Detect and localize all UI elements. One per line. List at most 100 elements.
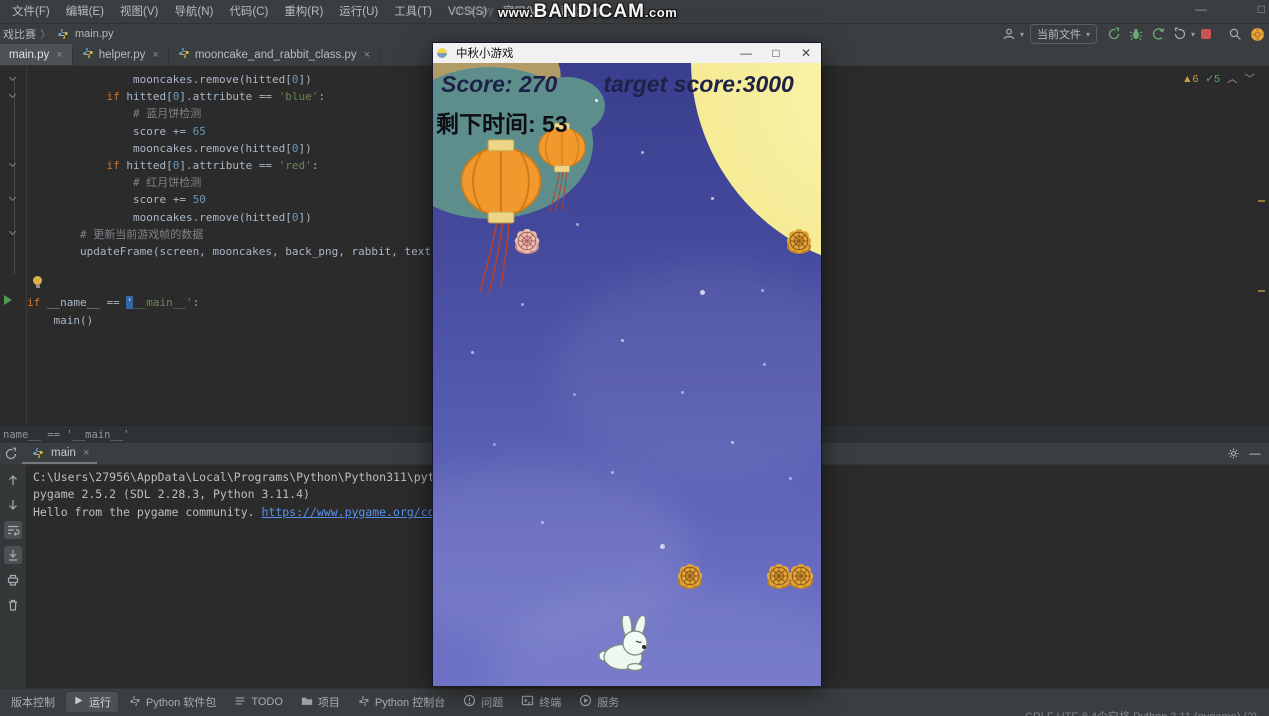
mooncake-gold-sprite [787,564,815,590]
list-icon [234,695,246,710]
game-maximize-icon[interactable]: □ [761,46,791,60]
run-line-arrow-icon[interactable] [4,295,12,305]
toolwindow-button[interactable]: 项目 [294,692,347,712]
user-account-icon[interactable] [999,25,1019,43]
target-score-text: target score:3000 [603,71,794,98]
run-config-selector[interactable]: 当前文件 ▾ [1030,24,1097,44]
watermark-suffix: .com [645,5,677,20]
user-chevron-icon: ▾ [1020,30,1024,39]
settings-notification-icon[interactable] [1247,25,1267,43]
toolwindow-button[interactable]: 版本控制 [4,692,62,712]
gear-icon[interactable] [1223,445,1243,463]
game-close-icon[interactable]: ✕ [791,46,821,60]
console-text: Hello from the pygame community. [33,505,261,519]
print-icon[interactable] [4,571,22,589]
coverage-chevron-icon: ▾ [1191,30,1195,39]
breadcrumb: 戏比赛 〉 main.py [0,25,114,43]
breadcrumb-file[interactable]: main.py [75,28,114,40]
toolwindow-label: Python 软件包 [146,694,216,710]
console-text: C:\Users\27956\AppData\Local\Programs\Py… [33,470,476,484]
close-icon[interactable]: × [56,49,62,61]
menu-item[interactable]: 文件(F) [4,0,58,24]
toolwindow-button[interactable]: Python 软件包 [122,692,223,712]
menu-item[interactable]: 工具(T) [386,0,440,24]
toolwindow-button[interactable]: Python 控制台 [351,692,452,712]
game-title-bar[interactable]: 中秋小游戏 — □ ✕ [433,43,821,63]
error-icon [463,694,476,710]
console-toolbar [0,465,26,688]
footer-code-text: name__ == '__main__' [3,429,129,441]
run-tab[interactable]: main × [22,443,97,464]
inspection-widget[interactable]: ▲6 ✓5 ︿ ﹀ [1182,71,1255,86]
editor-tab[interactable]: main.py × [0,44,73,65]
scroll-to-end-icon[interactable] [4,546,22,564]
close-icon[interactable]: × [83,447,89,459]
tab-label: mooncake_and_rabbit_class.py [195,49,357,61]
menu-item[interactable]: 编辑(E) [58,0,112,24]
toolwindow-label: 运行 [89,694,111,710]
mooncake-pink-sprite [513,229,541,255]
fold-guide-line [14,78,15,274]
stop-icon[interactable] [1196,25,1216,43]
toolwindow-label: 终端 [539,694,561,710]
close-icon[interactable]: × [364,49,370,61]
ide-window: 文件(F)编辑(E)视图(V)导航(N)代码(C)重构(R)运行(U)工具(T)… [0,0,1269,716]
toolwindow-label: 服务 [597,694,619,710]
menu-item[interactable]: 代码(C) [221,0,276,24]
toolwindow-button[interactable]: 问题 [456,692,510,712]
editor-tab[interactable]: helper.py× [73,44,169,65]
clear-console-icon[interactable] [4,596,22,614]
maximize-icon[interactable]: □ [1258,2,1265,16]
toolwindow-button[interactable]: 服务 [572,692,626,712]
stop-down-icon[interactable] [4,496,22,514]
editor-tab[interactable]: mooncake_and_rabbit_class.py × [169,44,380,65]
run-config-label: 当前文件 [1037,26,1081,42]
toolwindow-label: Python 控制台 [375,694,445,710]
bandicam-watermark: www. BANDICAM .com [498,1,677,23]
menu-item[interactable]: 运行(U) [331,0,386,24]
menu-item[interactable]: 重构(R) [276,0,331,24]
python-icon [129,695,141,710]
rerun-small-icon[interactable] [1,445,21,463]
tab-label: main.py [9,49,49,61]
debug-bug-icon[interactable] [1126,25,1146,43]
menu-item[interactable]: 导航(N) [166,0,221,24]
pygame-window[interactable]: 中秋小游戏 — □ ✕ [432,42,822,686]
editor-gutter [0,66,27,425]
run-config-chevron-icon: ▾ [1086,30,1090,39]
pygame-logo-icon [434,44,450,62]
status-right-text: CRLF UTF-8 4个空格 Python 3.11 (pygame) (2) [1025,708,1257,716]
coverage-icon[interactable] [1170,25,1190,43]
play-icon [73,695,84,709]
sky-cloud [553,263,821,483]
breadcrumb-project[interactable]: 戏比赛 [3,26,36,42]
menu-item[interactable]: 视图(V) [112,0,166,24]
service-icon [579,694,592,710]
rerun-up-icon[interactable] [4,471,22,489]
search-icon[interactable] [1225,25,1245,43]
scrollbar-warning-mark [1258,290,1265,292]
profiler-icon[interactable] [1148,25,1168,43]
rerun-icon[interactable] [1104,25,1124,43]
toolwindow-button[interactable]: TODO [227,693,290,712]
toolwindow-button[interactable]: 运行 [66,692,118,712]
time-remaining-text: 剩下时间: 53 [436,105,568,139]
hide-panel-icon[interactable]: — [1245,445,1265,463]
prev-issue-icon[interactable]: ︿ [1227,71,1238,86]
python-file-icon [82,47,94,62]
python-file-icon [31,444,45,462]
minimize-icon[interactable]: — [1195,2,1207,16]
warning-triangle-icon: ▲6 [1182,73,1198,85]
navigation-bar: 戏比赛 〉 main.py ▾ 当前文件 ▾ ▾ [0,24,1269,44]
game-minimize-icon[interactable]: — [731,46,761,60]
stars [433,63,436,66]
next-issue-icon[interactable]: ﹀ [1245,71,1256,86]
close-icon[interactable]: × [152,49,158,61]
folder-icon [301,695,313,710]
run-tab-label: main [51,447,76,459]
watermark-brand: BANDICAM [533,1,644,23]
console-text: pygame 2.5.2 (SDL 2.28.3, Python 3.11.4) [33,487,310,501]
toolwindow-button[interactable]: 终端 [514,692,568,712]
status-bar: 版本控制 运行 Python 软件包 TODO项目 Python 控制台问题 终端 服务 C… [0,688,1269,716]
soft-wrap-icon[interactable] [4,521,22,539]
